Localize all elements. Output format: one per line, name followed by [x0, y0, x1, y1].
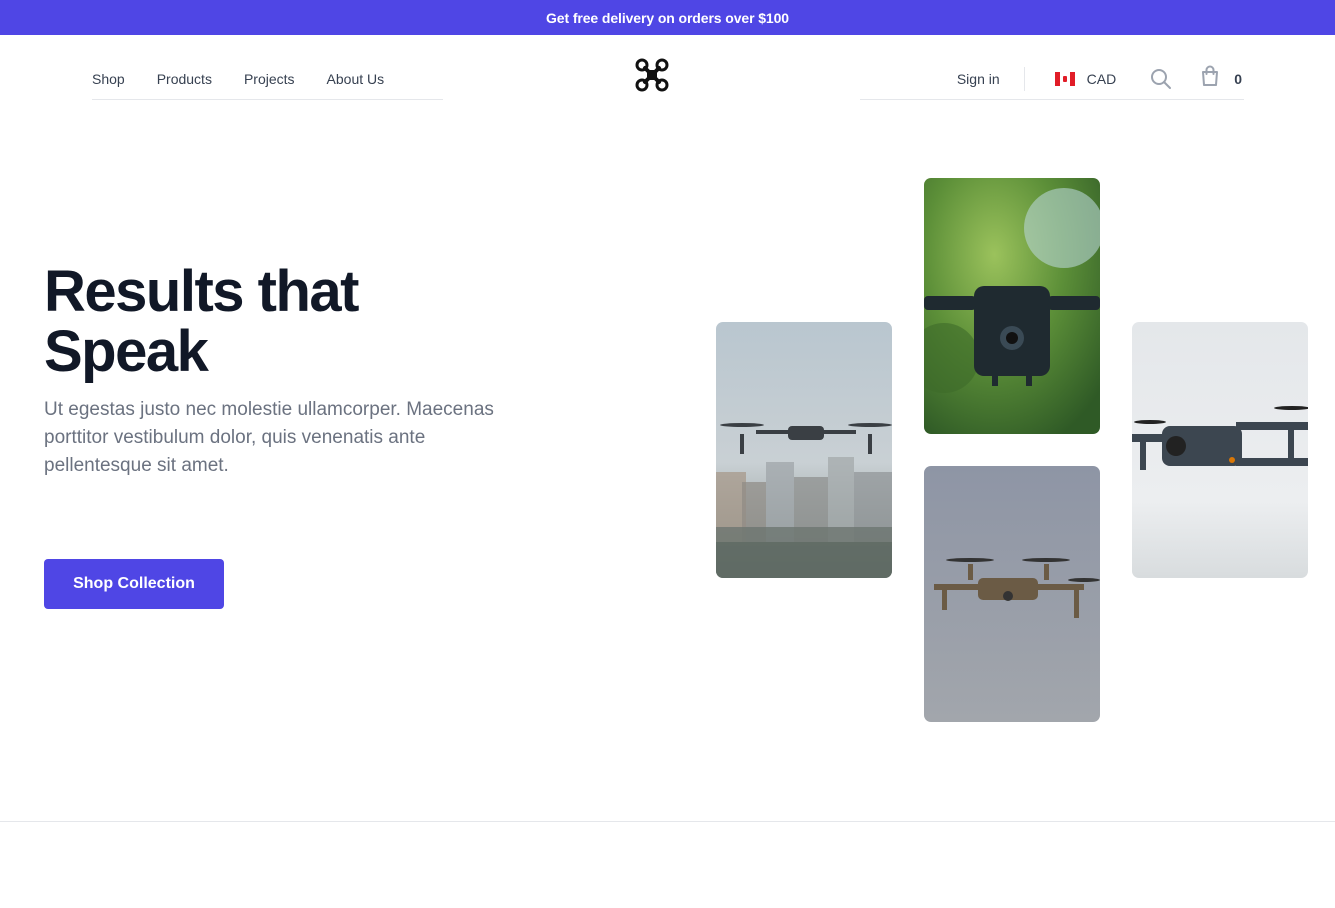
hero-title-line-2: Speak: [44, 319, 209, 384]
drone-logo-icon[interactable]: [634, 57, 670, 93]
nav-divider: [1023, 66, 1025, 91]
shopping-bag-icon: [1200, 65, 1220, 92]
cart-button[interactable]: 0: [1200, 65, 1244, 92]
drone-photo-closeup: [924, 178, 1100, 434]
currency-label: CAD: [1086, 70, 1117, 87]
nav-link-shop[interactable]: Shop: [92, 71, 125, 87]
promo-text: Get free delivery on orders over $100: [546, 9, 789, 26]
nav-link-projects[interactable]: Projects: [244, 71, 295, 87]
promo-banner: Get free delivery on orders over $100: [0, 0, 1335, 35]
drone-photo-hover: [1132, 322, 1308, 578]
canada-flag-icon: [1054, 71, 1075, 86]
nav-link-about-us[interactable]: About Us: [327, 71, 385, 87]
sign-in-link[interactable]: Sign in: [957, 71, 1000, 87]
section-divider: [0, 821, 1335, 822]
search-icon[interactable]: [1150, 68, 1172, 90]
nav-link-products[interactable]: Products: [157, 71, 212, 87]
currency-selector[interactable]: CAD: [1054, 70, 1117, 87]
shop-collection-button[interactable]: Shop Collection: [44, 559, 224, 609]
drone-photo-city: [716, 322, 892, 578]
cart-count: 0: [1234, 70, 1242, 87]
hero-subtitle: Ut egestas justo nec molestie ullamcorpe…: [44, 399, 494, 476]
primary-nav: Shop Products Projects About Us: [92, 58, 443, 100]
account-nav: Sign in CAD 0: [860, 58, 1244, 100]
drone-photo-sky: [924, 466, 1100, 722]
hero-title: Results that Speak: [44, 262, 544, 382]
hero-title-line-1: Results that: [44, 259, 359, 324]
